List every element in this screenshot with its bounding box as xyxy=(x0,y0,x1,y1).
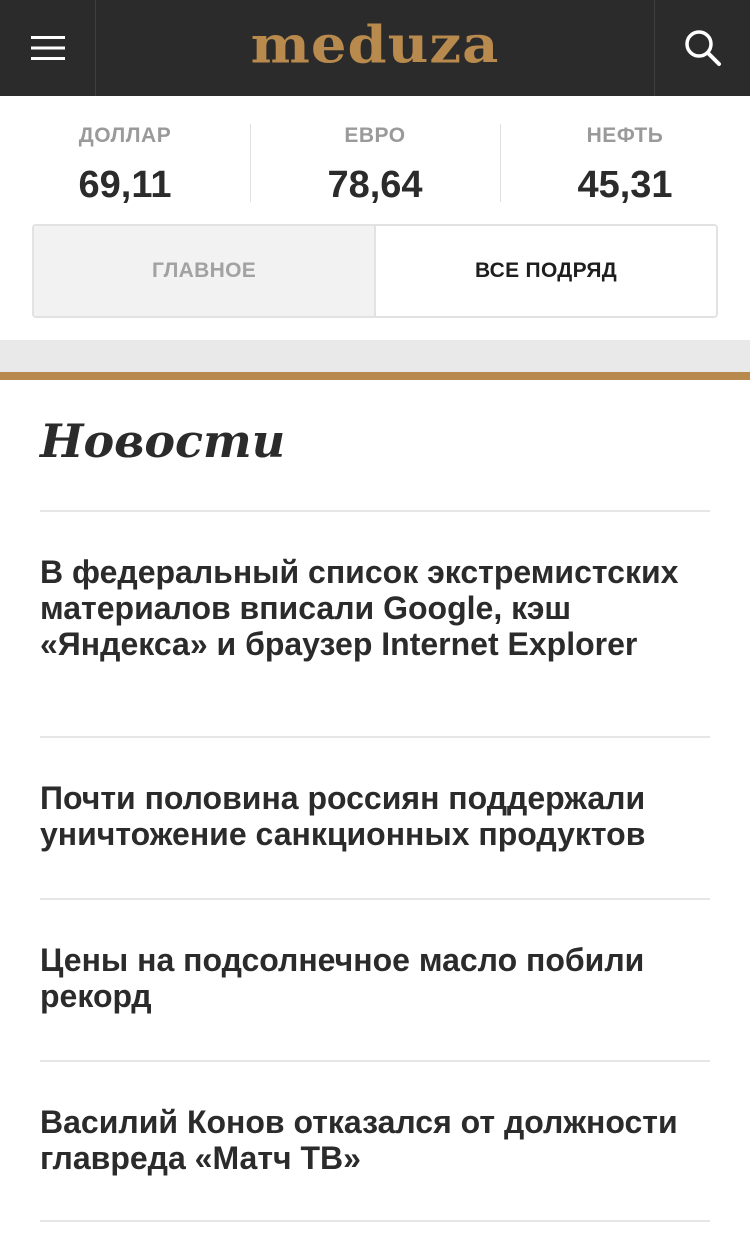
feed-tabs: ГЛАВНОЕ ВСЕ ПОДРЯД xyxy=(32,224,718,318)
rate-label: ДОЛЛАР xyxy=(78,124,172,147)
currency-rates: ДОЛЛАР 69,11 ЕВРО 78,64 НЕФТЬ 45,31 xyxy=(0,96,750,224)
rate-oil: НЕФТЬ 45,31 xyxy=(500,124,750,224)
news-item[interactable]: Цены на подсолнечное масло побили рекорд xyxy=(40,898,710,1060)
section-separator xyxy=(0,340,750,372)
news-headline[interactable]: Василий Конов отказался от должности гла… xyxy=(40,1104,710,1176)
search-button[interactable] xyxy=(654,0,750,96)
section-title: Новости xyxy=(40,414,286,468)
tab-all[interactable]: ВСЕ ПОДРЯД xyxy=(376,226,716,316)
rate-label: НЕФТЬ xyxy=(586,124,664,147)
hamburger-menu-icon xyxy=(30,36,65,60)
news-item[interactable]: Почти половина россиян поддержали уничто… xyxy=(40,736,710,898)
rate-usd: ДОЛЛАР 69,11 xyxy=(0,124,250,224)
news-headline[interactable]: Цены на подсолнечное масло побили рекорд xyxy=(40,942,710,1014)
rate-value: 78,64 xyxy=(327,164,423,206)
news-item[interactable]: Василий Конов отказался от должности гла… xyxy=(40,1060,710,1222)
news-headline[interactable]: В федеральный список экстремистских мате… xyxy=(40,554,710,662)
rate-label: ЕВРО xyxy=(344,124,406,147)
top-bar: meduza xyxy=(0,0,750,96)
news-list: В федеральный список экстремистских мате… xyxy=(40,510,710,1222)
menu-button[interactable] xyxy=(0,0,96,96)
rate-eur: ЕВРО 78,64 xyxy=(250,124,500,224)
tab-main[interactable]: ГЛАВНОЕ xyxy=(34,226,376,316)
site-logo: meduza xyxy=(250,14,500,76)
news-headline[interactable]: Почти половина россиян поддержали уничто… xyxy=(40,780,710,852)
news-item[interactable]: В федеральный список экстремистских мате… xyxy=(40,510,710,736)
search-icon xyxy=(684,30,721,66)
accent-rule xyxy=(0,372,750,380)
rate-value: 69,11 xyxy=(78,164,172,206)
rate-value: 45,31 xyxy=(577,164,673,206)
logo-link[interactable]: meduza xyxy=(96,0,654,96)
